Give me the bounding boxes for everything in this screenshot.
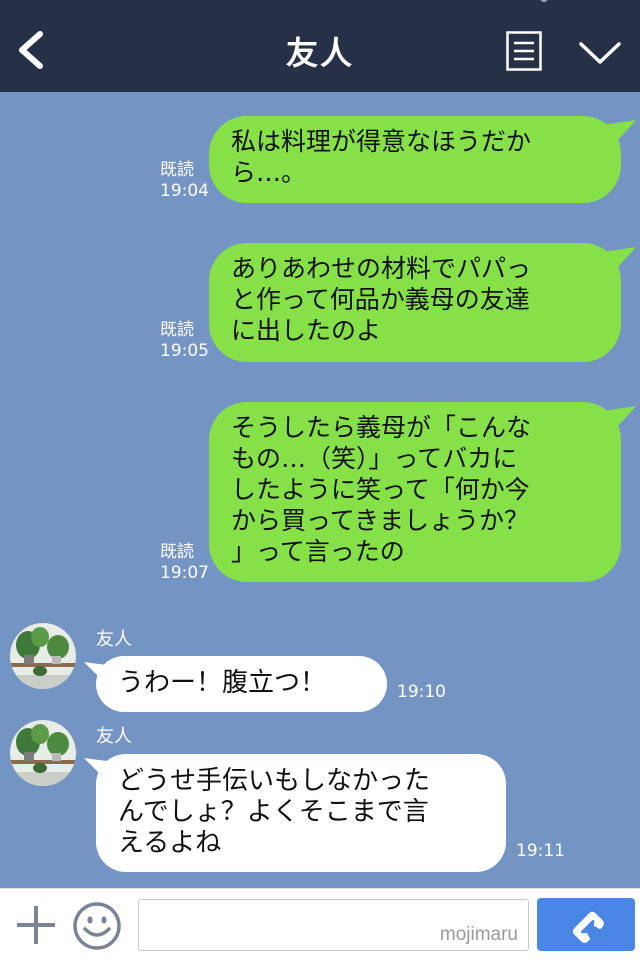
emoji-icon	[73, 902, 121, 950]
chat-title: 友人	[285, 34, 354, 72]
message-line: んでしょ？よくそこまで言	[118, 797, 429, 827]
memo-icon	[506, 31, 542, 71]
message-line: 」って言ったの	[231, 537, 405, 566]
add-button[interactable]	[14, 903, 58, 947]
emoji-button[interactable]	[72, 901, 122, 951]
plus-icon	[17, 906, 55, 944]
call-button[interactable]	[537, 898, 635, 951]
read-receipt: 既読	[160, 160, 194, 180]
sender-name: 友人	[96, 629, 132, 650]
message-line: どうせ手伝いもしなかった	[118, 766, 431, 796]
message-line: したように笑って「何か今	[231, 475, 530, 504]
message-line: ら…。	[231, 158, 307, 187]
outgoing-message-bubble[interactable]: 私は料理が得意なほうだか ら…。	[209, 116, 621, 203]
status-indicator	[540, 0, 548, 2]
message-line: から買ってきましょうか？	[231, 506, 530, 535]
bubble-tail	[596, 120, 636, 146]
chevron-down-icon	[579, 42, 621, 64]
friend-avatar[interactable]	[10, 720, 76, 786]
chat-header: 友人	[0, 0, 640, 92]
bubble-tail	[596, 406, 636, 432]
message-input[interactable]: mojimaru	[138, 899, 529, 951]
incoming-message-bubble[interactable]: どうせ手伝いもしなかった んでしょ？よくそこまで言 えるよね	[96, 754, 506, 872]
read-receipt: 既読	[160, 320, 194, 340]
plant-avatar-image	[10, 720, 76, 786]
message-time: 19:04	[160, 181, 209, 201]
message-line: に出したのよ	[231, 316, 382, 345]
expand-menu-button[interactable]	[578, 38, 622, 68]
message-meta: 既読 19:05	[160, 320, 209, 362]
memo-button[interactable]	[506, 31, 542, 71]
message-line: うわー！腹立つ！	[118, 668, 327, 698]
bubble-tail	[596, 247, 636, 273]
message-time: 19:07	[160, 563, 209, 583]
message-meta: 既読 19:04	[160, 160, 209, 202]
message-line: えるよね	[118, 828, 222, 858]
phone-icon	[572, 911, 605, 944]
input-bar: mojimaru	[0, 888, 640, 960]
watermark: mojimaru	[439, 924, 518, 945]
message-time: 19:05	[160, 341, 209, 361]
message-line: と作って何品か義母の友達	[231, 285, 530, 314]
message-meta: 既読 19:07	[160, 542, 209, 584]
message-line: 私は料理が得意なほうだか	[231, 127, 532, 156]
outgoing-message-bubble[interactable]: そうしたら義母が「こんな もの…（笑）」ってバカに したように笑って「何か今 か…	[209, 402, 621, 582]
read-receipt: 既読	[160, 542, 194, 562]
outgoing-message-bubble[interactable]: ありあわせの材料でパパっ と作って何品か義母の友達 に出したのよ	[209, 243, 621, 362]
message-line: もの…（笑）」ってバカに	[231, 444, 518, 473]
message-time: 19:11	[516, 841, 565, 861]
chat-area[interactable]: 既読 19:04 私は料理が得意なほうだか ら…。 既読 19:05 ありあわせ…	[0, 92, 640, 888]
friend-avatar[interactable]	[10, 623, 76, 689]
plant-avatar-image	[10, 623, 76, 689]
message-line: そうしたら義母が「こんな	[231, 413, 532, 442]
incoming-message-bubble[interactable]: うわー！腹立つ！	[96, 656, 387, 712]
message-time: 19:10	[397, 682, 446, 702]
message-line: ありあわせの材料でパパっ	[231, 254, 532, 283]
sender-name: 友人	[96, 726, 132, 747]
